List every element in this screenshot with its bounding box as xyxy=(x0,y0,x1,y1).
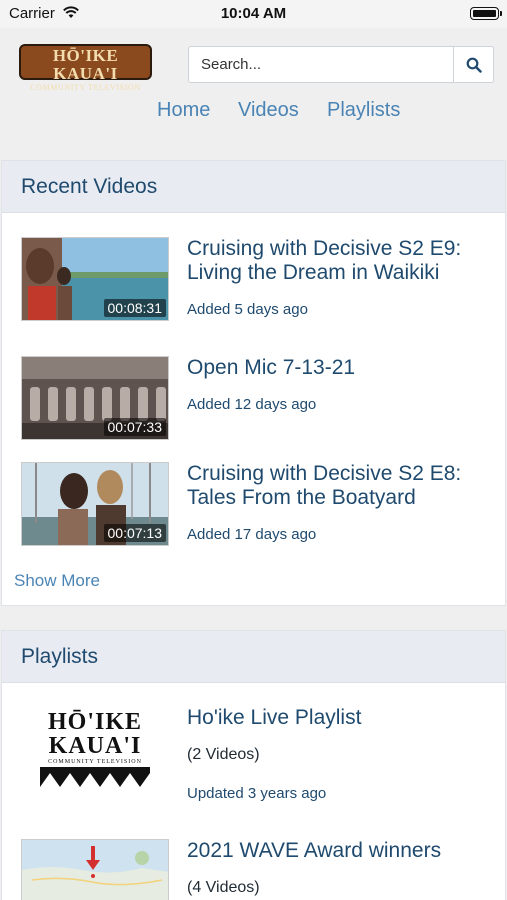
nav-home-link[interactable]: Home xyxy=(157,99,210,122)
battery-icon xyxy=(470,7,502,20)
video-thumbnail[interactable]: 00:07:33 xyxy=(21,356,169,440)
playlist-video-count: (2 Videos) xyxy=(187,746,260,763)
nav-videos-link[interactable]: Videos xyxy=(238,99,299,122)
search-input[interactable] xyxy=(188,46,454,83)
thumb-logo-line3: COMMUNITY TELEVISION xyxy=(48,759,142,765)
logo-main-text: HŌ'IKE KAUA'I xyxy=(52,46,119,83)
status-time: 10:04 AM xyxy=(220,5,287,22)
video-title[interactable]: Cruising with Decisive S2 E9: Living the… xyxy=(187,237,497,285)
video-title[interactable]: Open Mic 7-13-21 xyxy=(187,356,497,380)
video-item[interactable]: 00:07:13 Cruising with Decisive S2 E8: T… xyxy=(21,462,491,546)
thumb-logo-line2: KAUA'I xyxy=(48,733,142,759)
thumb-logo-pattern xyxy=(40,767,150,787)
playlists-panel: Playlists HŌ'IKE KAUA'I COMMUNITY TELEVI… xyxy=(1,630,506,900)
playlist-updated: Updated 3 years ago xyxy=(187,785,327,802)
playlist-title[interactable]: 2021 WAVE Award winners xyxy=(187,839,441,863)
video-thumbnail[interactable]: 00:07:13 xyxy=(21,462,169,546)
video-duration: 00:08:31 xyxy=(103,299,166,317)
playlist-title[interactable]: Ho'ike Live Playlist xyxy=(187,706,361,730)
recent-videos-panel: Recent Videos 00:08:31 Cruising with Dec… xyxy=(1,160,506,606)
video-item[interactable]: 00:07:33 Open Mic 7-13-21 Added 12 days … xyxy=(21,356,491,440)
video-item[interactable]: 00:08:31 Cruising with Decisive S2 E9: L… xyxy=(21,237,491,321)
search-icon xyxy=(466,57,482,73)
video-thumbnail[interactable]: 00:08:31 xyxy=(21,237,169,321)
playlist-video-count: (4 Videos) xyxy=(187,879,260,896)
show-more-link[interactable]: Show More xyxy=(14,571,100,591)
playlist-thumbnail[interactable] xyxy=(21,839,169,900)
video-duration: 00:07:13 xyxy=(103,524,166,542)
thumb-logo-line1: HŌ'IKE xyxy=(47,709,143,735)
map-thumbnail-image xyxy=(22,840,168,900)
logo-sub-text: COMMUNITY TELEVISION xyxy=(30,83,141,92)
playlist-item[interactable]: HŌ'IKE KAUA'I COMMUNITY TELEVISION Ho'ik… xyxy=(21,706,491,816)
video-added-date: Added 12 days ago xyxy=(187,396,317,413)
video-added-date: Added 5 days ago xyxy=(187,301,308,318)
playlists-heading: Playlists xyxy=(2,631,505,683)
site-logo[interactable]: HŌ'IKE KAUA'I COMMUNITY TELEVISION xyxy=(19,44,152,92)
video-added-date: Added 17 days ago xyxy=(187,526,317,543)
playlist-thumbnail[interactable]: HŌ'IKE KAUA'I COMMUNITY TELEVISION xyxy=(21,706,169,802)
recent-videos-heading: Recent Videos xyxy=(2,161,505,213)
video-title[interactable]: Cruising with Decisive S2 E8: Tales From… xyxy=(187,462,497,510)
nav-playlists-link[interactable]: Playlists xyxy=(327,99,400,122)
search-button[interactable] xyxy=(453,46,494,83)
video-duration: 00:07:33 xyxy=(103,418,166,436)
status-bar: Carrier 10:04 AM xyxy=(0,0,507,28)
playlist-item[interactable]: 2021 WAVE Award winners (4 Videos) xyxy=(21,839,491,900)
